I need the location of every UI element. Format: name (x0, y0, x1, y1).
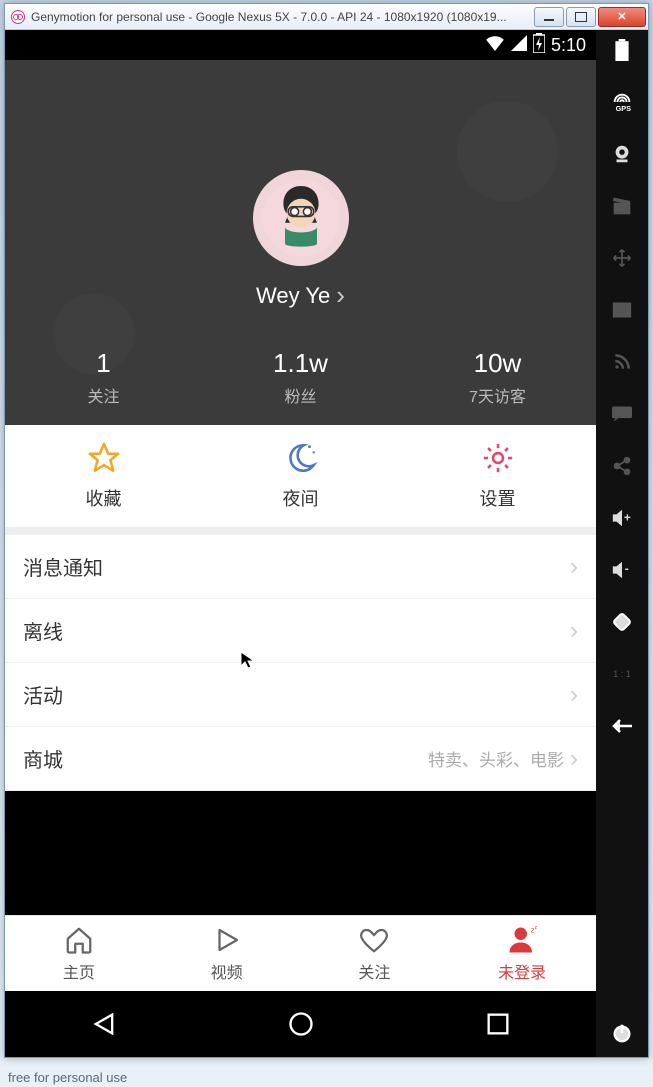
tab-follow[interactable]: 关注 (301, 916, 449, 991)
close-button[interactable] (598, 7, 646, 27)
li-notifications[interactable]: 消息通知 (5, 535, 596, 599)
svg-text:z: z (535, 925, 538, 931)
stat-followers[interactable]: 1.1w 粉丝 (202, 348, 399, 407)
stats-row: 1 关注 1.1w 粉丝 10w 7天访客 (5, 348, 596, 407)
camera-icon[interactable] (610, 142, 634, 166)
profile-header: Wey Ye 1 关注 1.1w 粉丝 10w 7天访客 (5, 60, 596, 425)
play-icon (211, 925, 243, 955)
power-icon[interactable] (610, 1021, 634, 1045)
window-controls (532, 7, 646, 27)
rss-icon[interactable] (610, 350, 634, 374)
stat-visitors[interactable]: 10w 7天访客 (399, 348, 596, 407)
android-status-bar: 5:10 (5, 30, 596, 60)
li-offline[interactable]: 离线 (5, 599, 596, 663)
svg-text:GPS: GPS (616, 104, 632, 113)
gear-icon (481, 441, 515, 475)
emulator-toolbar: GPS ID + - 1 : 1 (596, 30, 648, 1057)
device-screen: 5:10 Wey Ye 1 关注 1.1w 粉丝 (5, 30, 596, 1057)
avatar-section[interactable]: Wey Ye (253, 170, 349, 311)
username-row[interactable]: Wey Ye (253, 280, 349, 311)
tab-home[interactable]: 主页 (5, 916, 153, 991)
clapper-icon[interactable] (610, 194, 634, 218)
svg-text:+: + (624, 511, 631, 525)
battery-charging-icon (533, 33, 545, 58)
star-icon (87, 441, 121, 475)
svg-text:-: - (625, 562, 629, 576)
volume-down-icon[interactable]: - (610, 558, 634, 582)
wifi-icon (485, 35, 505, 56)
android-nav-bar (5, 991, 596, 1057)
heart-icon (358, 925, 390, 955)
battery-icon[interactable] (610, 38, 634, 62)
tab-video[interactable]: 视频 (153, 916, 301, 991)
li-activity[interactable]: 活动 (5, 663, 596, 727)
li-mall[interactable]: 商城 特卖、头彩、电影 (5, 727, 596, 791)
back-arrow-icon[interactable] (610, 714, 634, 738)
emulator-body: 5:10 Wey Ye 1 关注 1.1w 粉丝 (5, 30, 648, 1057)
window-titlebar[interactable]: Genymotion for personal use - Google Nex… (5, 4, 648, 30)
username-text: Wey Ye (256, 283, 330, 309)
moon-icon (284, 441, 318, 475)
clock-text: 5:10 (551, 35, 586, 56)
share-icon[interactable] (610, 454, 634, 478)
maximize-button[interactable] (566, 7, 596, 27)
bottom-tab-bar: 主页 视频 关注 zz 未登录 (5, 915, 596, 991)
scale-icon[interactable]: 1 : 1 (610, 662, 634, 686)
tab-profile[interactable]: zz 未登录 (448, 916, 596, 991)
app-icon (11, 10, 25, 24)
stat-following[interactable]: 1 关注 (5, 348, 202, 407)
nav-recent[interactable] (484, 1010, 512, 1038)
id-icon[interactable]: ID (610, 298, 634, 322)
quick-actions: 收藏 夜间 设置 (5, 425, 596, 535)
minimize-button[interactable] (534, 7, 564, 27)
qa-night[interactable]: 夜间 (202, 425, 399, 527)
qa-favorites[interactable]: 收藏 (5, 425, 202, 527)
user-icon: zz (506, 925, 538, 955)
gps-icon[interactable]: GPS (610, 90, 634, 114)
sms-icon[interactable] (610, 402, 634, 426)
move-icon[interactable] (610, 246, 634, 270)
watermark-text: free for personal use (8, 1070, 127, 1085)
svg-text:ID: ID (617, 306, 627, 316)
home-icon (63, 925, 95, 955)
menu-list: 消息通知 离线 活动 商城 特卖、头彩、电影 (5, 535, 596, 791)
window-title: Genymotion for personal use - Google Nex… (31, 10, 532, 24)
rotate-icon[interactable] (610, 610, 634, 634)
emulator-window: Genymotion for personal use - Google Nex… (4, 3, 649, 1058)
nav-home[interactable] (287, 1010, 315, 1038)
nav-back[interactable] (90, 1010, 118, 1038)
avatar[interactable] (253, 170, 349, 266)
signal-icon (511, 35, 527, 56)
qa-settings[interactable]: 设置 (399, 425, 596, 527)
volume-up-icon[interactable]: + (610, 506, 634, 530)
